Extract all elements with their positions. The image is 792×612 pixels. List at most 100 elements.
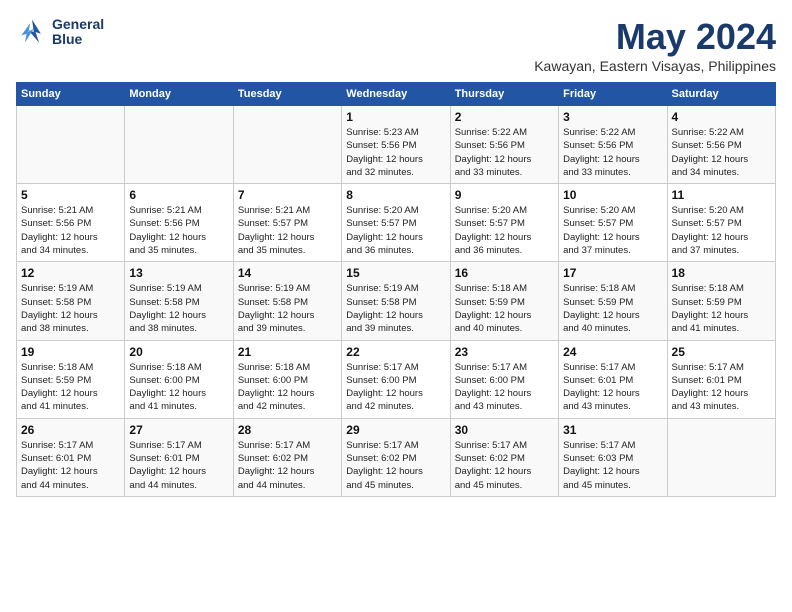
calendar-day-cell: 18 Sunrise: 5:18 AM Sunset: 5:59 PM Dayli… <box>667 262 775 340</box>
calendar-week-row: 26Sunrise: 5:17 AM Sunset: 6:01 PM Dayli… <box>17 418 776 496</box>
day-info: Sunrise: 5:17 AM Sunset: 6:02 PM Dayligh… <box>238 439 337 492</box>
month-title: May 2024 <box>534 16 776 58</box>
calendar-day-cell <box>233 106 341 184</box>
day-info: Sunrise: 5:17 AM Sunset: 6:01 PM Dayligh… <box>672 361 771 414</box>
calendar-day-cell: 14 Sunrise: 5:19 AM Sunset: 5:58 PM Dayli… <box>233 262 341 340</box>
logo: General Blue <box>16 16 104 48</box>
calendar-day-cell: 21Sunrise: 5:18 AM Sunset: 6:00 PM Dayli… <box>233 340 341 418</box>
day-number: 20 <box>129 345 228 359</box>
calendar-day-cell: 3Sunrise: 5:22 AM Sunset: 5:56 PM Daylig… <box>559 106 667 184</box>
location-subtitle: Kawayan, Eastern Visayas, Philippines <box>534 58 776 74</box>
day-info: Sunrise: 5:18 AM Sunset: 5:59 PM Dayligh… <box>455 282 554 335</box>
day-info: Sunrise: 5:18 AM Sunset: 6:00 PM Dayligh… <box>238 361 337 414</box>
day-info: Sunrise: 5:21 AM Sunset: 5:56 PM Dayligh… <box>21 204 120 257</box>
calendar-week-row: 5Sunrise: 5:21 AM Sunset: 5:56 PM Daylig… <box>17 184 776 262</box>
calendar-day-cell: 27 Sunrise: 5:17 AM Sunset: 6:01 PM Dayli… <box>125 418 233 496</box>
title-block: May 2024 Kawayan, Eastern Visayas, Phili… <box>534 16 776 74</box>
day-number: 29 <box>346 423 445 437</box>
day-info: Sunrise: 5:23 AM Sunset: 5:56 PM Dayligh… <box>346 126 445 179</box>
day-info: Sunrise: 5:17 AM Sunset: 6:01 PM Dayligh… <box>129 439 228 492</box>
weekday-header: Wednesday <box>342 83 450 106</box>
day-info: Sunrise: 5:20 AM Sunset: 5:57 PM Dayligh… <box>346 204 445 257</box>
calendar-day-cell <box>125 106 233 184</box>
day-number: 16 <box>455 266 554 280</box>
day-info: Sunrise: 5:17 AM Sunset: 6:02 PM Dayligh… <box>346 439 445 492</box>
weekday-header: Monday <box>125 83 233 106</box>
weekday-header: Sunday <box>17 83 125 106</box>
calendar-day-cell: 13 Sunrise: 5:19 AM Sunset: 5:58 PM Dayli… <box>125 262 233 340</box>
day-info: Sunrise: 5:20 AM Sunset: 5:57 PM Dayligh… <box>672 204 771 257</box>
page-header: General Blue May 2024 Kawayan, Eastern V… <box>16 16 776 74</box>
day-number: 17 <box>563 266 662 280</box>
calendar-day-cell: 12Sunrise: 5:19 AM Sunset: 5:58 PM Dayli… <box>17 262 125 340</box>
calendar-day-cell: 22Sunrise: 5:17 AM Sunset: 6:00 PM Dayli… <box>342 340 450 418</box>
calendar-day-cell: 16 Sunrise: 5:18 AM Sunset: 5:59 PM Dayli… <box>450 262 558 340</box>
day-number: 24 <box>563 345 662 359</box>
logo-line1: General <box>52 17 104 32</box>
calendar-day-cell: 25 Sunrise: 5:17 AM Sunset: 6:01 PM Dayli… <box>667 340 775 418</box>
day-number: 10 <box>563 188 662 202</box>
day-number: 23 <box>455 345 554 359</box>
day-number: 19 <box>21 345 120 359</box>
calendar-day-cell: 29 Sunrise: 5:17 AM Sunset: 6:02 PM Dayli… <box>342 418 450 496</box>
calendar-day-cell: 11 Sunrise: 5:20 AM Sunset: 5:57 PM Dayli… <box>667 184 775 262</box>
calendar-day-cell: 2 Sunrise: 5:22 AM Sunset: 5:56 PM Daylig… <box>450 106 558 184</box>
weekday-header-row: SundayMondayTuesdayWednesdayThursdayFrid… <box>17 83 776 106</box>
day-number: 27 <box>129 423 228 437</box>
calendar-day-cell: 15Sunrise: 5:19 AM Sunset: 5:58 PM Dayli… <box>342 262 450 340</box>
calendar-day-cell: 28 Sunrise: 5:17 AM Sunset: 6:02 PM Dayli… <box>233 418 341 496</box>
day-info: Sunrise: 5:19 AM Sunset: 5:58 PM Dayligh… <box>238 282 337 335</box>
day-info: Sunrise: 5:22 AM Sunset: 5:56 PM Dayligh… <box>455 126 554 179</box>
calendar-day-cell <box>667 418 775 496</box>
day-number: 9 <box>455 188 554 202</box>
day-info: Sunrise: 5:22 AM Sunset: 5:56 PM Dayligh… <box>563 126 662 179</box>
day-number: 18 <box>672 266 771 280</box>
day-number: 2 <box>455 110 554 124</box>
day-number: 11 <box>672 188 771 202</box>
day-number: 28 <box>238 423 337 437</box>
calendar-day-cell: 4 Sunrise: 5:22 AM Sunset: 5:56 PM Daylig… <box>667 106 775 184</box>
calendar-day-cell <box>17 106 125 184</box>
day-number: 25 <box>672 345 771 359</box>
day-info: Sunrise: 5:19 AM Sunset: 5:58 PM Dayligh… <box>21 282 120 335</box>
day-number: 4 <box>672 110 771 124</box>
calendar-day-cell: 6 Sunrise: 5:21 AM Sunset: 5:56 PM Daylig… <box>125 184 233 262</box>
calendar-day-cell: 19 Sunrise: 5:18 AM Sunset: 5:59 PM Dayli… <box>17 340 125 418</box>
weekday-header: Thursday <box>450 83 558 106</box>
day-info: Sunrise: 5:18 AM Sunset: 6:00 PM Dayligh… <box>129 361 228 414</box>
day-info: Sunrise: 5:17 AM Sunset: 6:02 PM Dayligh… <box>455 439 554 492</box>
day-info: Sunrise: 5:17 AM Sunset: 6:01 PM Dayligh… <box>563 361 662 414</box>
day-number: 1 <box>346 110 445 124</box>
weekday-header: Friday <box>559 83 667 106</box>
logo-icon <box>16 16 48 48</box>
calendar-week-row: 12Sunrise: 5:19 AM Sunset: 5:58 PM Dayli… <box>17 262 776 340</box>
calendar-day-cell: 7Sunrise: 5:21 AM Sunset: 5:57 PM Daylig… <box>233 184 341 262</box>
calendar-week-row: 1 Sunrise: 5:23 AM Sunset: 5:56 PM Daylig… <box>17 106 776 184</box>
day-info: Sunrise: 5:18 AM Sunset: 5:59 PM Dayligh… <box>21 361 120 414</box>
logo-text: General Blue <box>52 17 104 48</box>
day-number: 13 <box>129 266 228 280</box>
calendar-table: SundayMondayTuesdayWednesdayThursdayFrid… <box>16 82 776 497</box>
weekday-header: Tuesday <box>233 83 341 106</box>
day-info: Sunrise: 5:22 AM Sunset: 5:56 PM Dayligh… <box>672 126 771 179</box>
day-number: 30 <box>455 423 554 437</box>
day-number: 6 <box>129 188 228 202</box>
day-info: Sunrise: 5:19 AM Sunset: 5:58 PM Dayligh… <box>346 282 445 335</box>
calendar-day-cell: 20 Sunrise: 5:18 AM Sunset: 6:00 PM Dayli… <box>125 340 233 418</box>
calendar-day-cell: 31 Sunrise: 5:17 AM Sunset: 6:03 PM Dayli… <box>559 418 667 496</box>
calendar-day-cell: 8 Sunrise: 5:20 AM Sunset: 5:57 PM Daylig… <box>342 184 450 262</box>
calendar-day-cell: 5Sunrise: 5:21 AM Sunset: 5:56 PM Daylig… <box>17 184 125 262</box>
logo-line2: Blue <box>52 32 104 47</box>
day-number: 7 <box>238 188 337 202</box>
day-info: Sunrise: 5:17 AM Sunset: 6:03 PM Dayligh… <box>563 439 662 492</box>
day-number: 8 <box>346 188 445 202</box>
day-info: Sunrise: 5:17 AM Sunset: 6:01 PM Dayligh… <box>21 439 120 492</box>
day-info: Sunrise: 5:19 AM Sunset: 5:58 PM Dayligh… <box>129 282 228 335</box>
day-info: Sunrise: 5:21 AM Sunset: 5:56 PM Dayligh… <box>129 204 228 257</box>
day-info: Sunrise: 5:18 AM Sunset: 5:59 PM Dayligh… <box>563 282 662 335</box>
day-number: 14 <box>238 266 337 280</box>
day-number: 31 <box>563 423 662 437</box>
calendar-day-cell: 24 Sunrise: 5:17 AM Sunset: 6:01 PM Dayli… <box>559 340 667 418</box>
day-info: Sunrise: 5:18 AM Sunset: 5:59 PM Dayligh… <box>672 282 771 335</box>
calendar-day-cell: 9Sunrise: 5:20 AM Sunset: 5:57 PM Daylig… <box>450 184 558 262</box>
